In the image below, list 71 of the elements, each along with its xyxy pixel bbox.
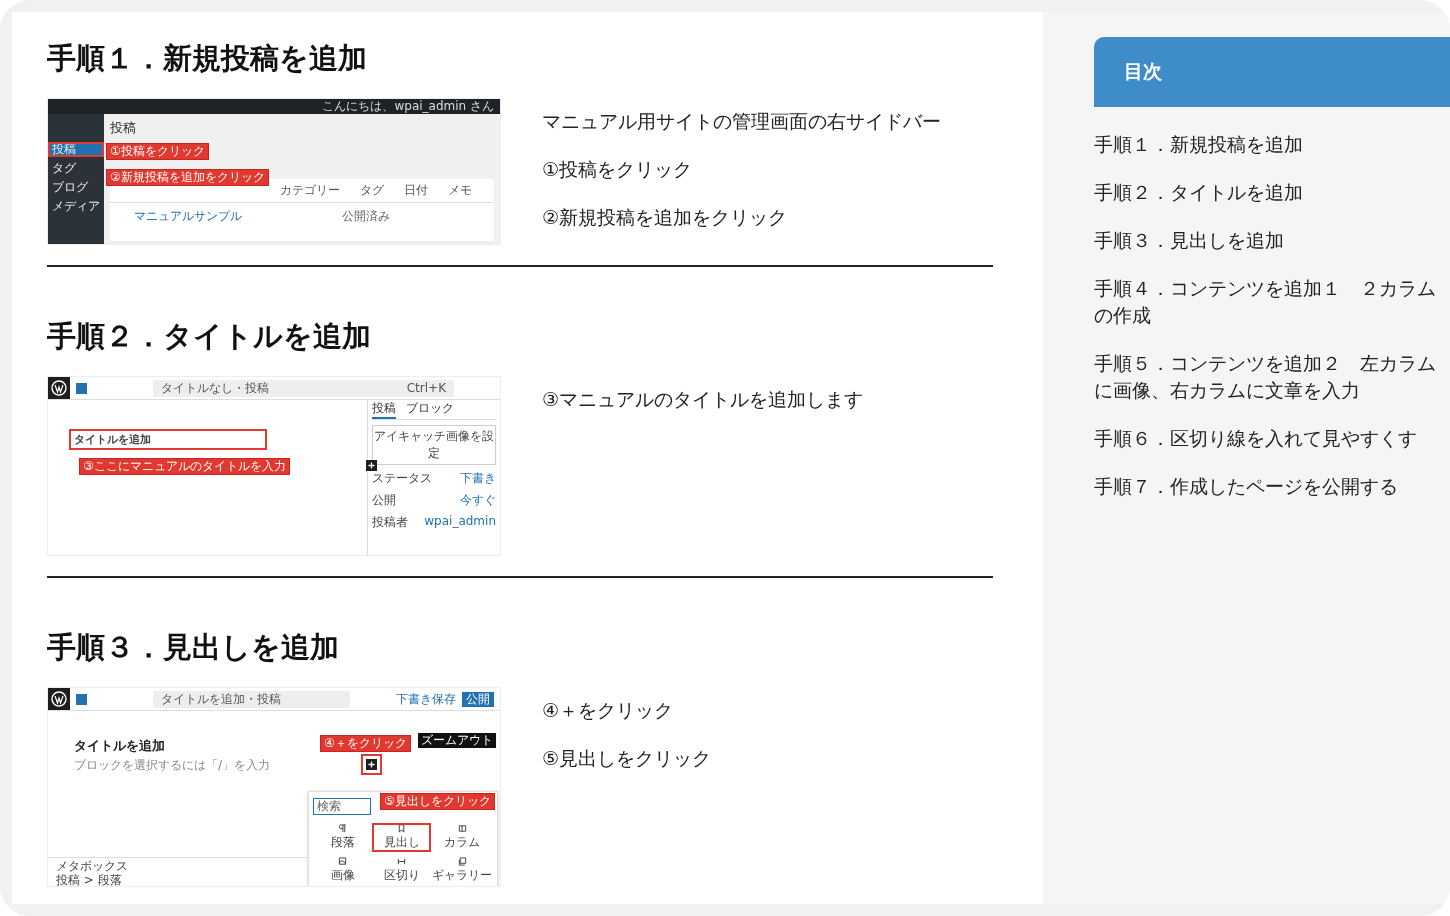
- block-option[interactable]: 画像: [313, 856, 372, 885]
- menu-item[interactable]: ブログ: [48, 180, 104, 195]
- callout-label: ③ここにマニュアルのタイトルを入力: [79, 458, 290, 475]
- field-value[interactable]: 下書き: [460, 470, 496, 487]
- field-label: ステータス: [372, 470, 432, 487]
- document-title-bar[interactable]: タイトルなし・投稿 Ctrl+K: [153, 379, 454, 397]
- block-option[interactable]: カラム: [431, 823, 493, 852]
- toc-link[interactable]: 手順３．見出しを追加: [1094, 227, 1450, 254]
- toc-link[interactable]: 手順２．タイトルを追加: [1094, 179, 1450, 206]
- callout-label: ⑤見出しをクリック: [380, 793, 495, 810]
- callout-label: ④＋をクリック: [320, 735, 411, 752]
- search-field[interactable]: 検索: [313, 798, 371, 815]
- post-title-link[interactable]: マニュアルサンプル: [134, 208, 242, 241]
- column-header: カテゴリー: [280, 182, 340, 199]
- step-instruction: ②新規投稿を追加をクリック: [542, 205, 789, 230]
- column-header: 日付: [404, 182, 428, 199]
- block-input-field[interactable]: ブロックを選択するには「/」を入力: [74, 757, 271, 774]
- toc-header: 目次: [1094, 37, 1450, 107]
- featured-image-button[interactable]: アイキャッチ画像を設定: [372, 425, 496, 465]
- post-status: 公開済み: [342, 208, 390, 225]
- logo-icon[interactable]: [48, 688, 70, 710]
- callout-label: ②新規投稿を追加をクリック: [106, 169, 269, 186]
- column-header: メモ: [448, 182, 472, 199]
- toc-link[interactable]: 手順１．新規投稿を追加: [1094, 131, 1450, 158]
- menu-item[interactable]: メディア: [48, 199, 104, 214]
- callout-label: ①投稿をクリック: [106, 143, 209, 160]
- field-label: 投稿者: [372, 514, 408, 531]
- document-title-bar[interactable]: タイトルを追加・投稿: [153, 690, 350, 708]
- block-option[interactable]: 区切り: [372, 856, 431, 885]
- panel-tab[interactable]: ブロック: [406, 400, 454, 419]
- block-icon: [457, 857, 467, 866]
- toc-link[interactable]: 手順４．コンテンツを追加１ ２カラムの作成: [1094, 275, 1450, 329]
- step-heading: 手順２．タイトルを追加: [47, 318, 372, 355]
- page-title: 投稿: [110, 119, 137, 137]
- block-option[interactable]: ギャラリー: [431, 856, 493, 885]
- step-heading: 手順１．新規投稿を追加: [47, 40, 368, 77]
- document-title: タイトルなし・投稿: [161, 380, 269, 396]
- panel-tab[interactable]: 投稿: [372, 400, 396, 419]
- logo-icon[interactable]: [48, 377, 70, 399]
- step-instruction: ⑤見出しをクリック: [542, 746, 712, 771]
- block-icon: [397, 824, 406, 833]
- greeting-text: こんにちは、wpai_admin さん: [322, 99, 494, 114]
- toc-link[interactable]: 手順５．コンテンツを追加２ 左カラムに画像、右カラムに文章を入力: [1094, 350, 1450, 404]
- breadcrumb: 投稿 > 段落: [56, 873, 123, 886]
- tooltip: ズームアウト: [418, 733, 496, 748]
- block-option[interactable]: 見出し: [372, 823, 431, 852]
- block-option[interactable]: 段落: [313, 823, 372, 852]
- shortcut-hint: Ctrl+K: [406, 380, 446, 396]
- block-icon: [457, 824, 467, 833]
- document-title: タイトルを追加・投稿: [161, 691, 281, 707]
- field-label: 公開: [372, 492, 396, 509]
- toc-link[interactable]: 手順７．作成したページを公開する: [1094, 473, 1450, 500]
- step-instruction: ①投稿をクリック: [542, 157, 694, 182]
- publish-button[interactable]: 公開: [462, 691, 494, 707]
- step-instruction: マニュアル用サイトの管理画面の右サイドバー: [542, 109, 941, 134]
- meta-box-label: メタボックス: [56, 859, 129, 873]
- toc-link[interactable]: 手順６．区切り線を入れて見やすくす: [1094, 425, 1450, 452]
- step-instruction: ③マニュアルのタイトルを追加します: [542, 387, 864, 412]
- column-header: タグ: [360, 182, 384, 199]
- save-draft-link[interactable]: 下書き保存: [396, 690, 456, 708]
- field-value[interactable]: wpai_admin: [424, 514, 496, 531]
- step-instruction: ④＋をクリック: [542, 698, 675, 723]
- title-field[interactable]: タイトルを追加: [69, 429, 267, 450]
- post-title[interactable]: タイトルを追加: [74, 737, 165, 755]
- field-value[interactable]: 今すぐ: [460, 492, 496, 509]
- menu-item[interactable]: 投稿: [48, 142, 104, 157]
- step-heading: 手順３．見出しを追加: [47, 629, 340, 666]
- block-icon: [397, 857, 406, 866]
- menu-item[interactable]: タグ: [48, 161, 104, 176]
- block-icon: [338, 824, 347, 833]
- block-icon: [338, 857, 347, 866]
